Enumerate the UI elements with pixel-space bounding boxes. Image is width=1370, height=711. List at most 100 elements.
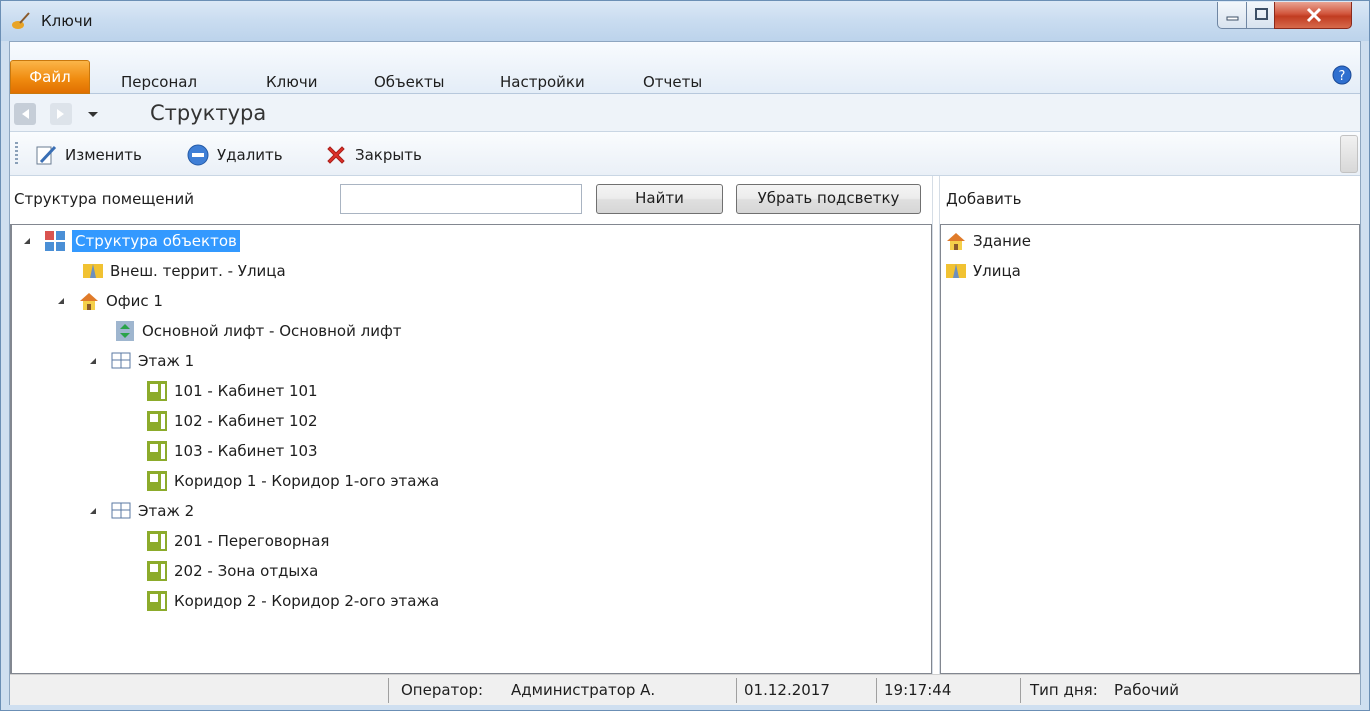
room-icon bbox=[147, 411, 167, 431]
minimize-button[interactable] bbox=[1217, 2, 1247, 29]
room-icon bbox=[147, 441, 167, 461]
status-separator bbox=[876, 678, 877, 703]
tree-node-label: Этаж 1 bbox=[138, 352, 195, 370]
tree-node-room-101[interactable]: 101 - Кабинет 101 bbox=[146, 377, 318, 405]
operator-label: Оператор: bbox=[401, 681, 484, 699]
close-icon bbox=[1306, 7, 1322, 23]
building-icon bbox=[947, 233, 965, 250]
room-icon bbox=[147, 561, 167, 581]
tab-reports[interactable]: Отчеты bbox=[643, 63, 702, 94]
add-panel-label: Добавить bbox=[946, 190, 1022, 208]
tab-settings[interactable]: Настройки bbox=[500, 63, 585, 94]
status-separator bbox=[736, 678, 737, 703]
help-icon[interactable]: ? bbox=[1332, 65, 1352, 85]
tree-node-root[interactable]: Структура объектов bbox=[18, 227, 240, 255]
tree-node-room-201[interactable]: 201 - Переговорная bbox=[146, 527, 329, 555]
maximize-icon bbox=[1255, 8, 1268, 20]
edit-button[interactable]: Изменить bbox=[34, 141, 142, 169]
toolbar-grip[interactable] bbox=[15, 142, 18, 166]
dropdown-icon[interactable] bbox=[85, 106, 101, 122]
tree-node-lift[interactable]: Основной лифт - Основной лифт bbox=[114, 317, 402, 345]
close-x-icon bbox=[327, 146, 345, 164]
structure-icon bbox=[45, 231, 65, 251]
tree-node-label: 102 - Кабинет 102 bbox=[174, 412, 318, 430]
navigation-bar: Структура bbox=[10, 94, 1360, 132]
search-input[interactable] bbox=[340, 184, 582, 214]
daytype-label: Тип дня: bbox=[1030, 681, 1098, 699]
floor-icon bbox=[111, 502, 131, 519]
delete-button[interactable]: Удалить bbox=[186, 141, 283, 169]
tree-node-label: Структура объектов bbox=[72, 230, 240, 252]
client-area: Файл Персонал Ключи Объекты Настройки От… bbox=[9, 41, 1361, 705]
expander-icon[interactable] bbox=[88, 506, 98, 516]
tree-node-label: 202 - Зона отдыха bbox=[174, 562, 319, 580]
add-item-street[interactable]: Улица bbox=[945, 257, 1021, 285]
tab-keys[interactable]: Ключи bbox=[266, 63, 317, 94]
structure-panel: Структура помещений Найти Убрать подсвет… bbox=[10, 176, 932, 674]
tree-node-floor-1[interactable]: Этаж 1 bbox=[84, 347, 194, 375]
title-bar[interactable]: Ключи bbox=[1, 1, 1369, 41]
delete-label: Удалить bbox=[217, 146, 283, 164]
tree-node-label: Коридор 2 - Коридор 2-ого этажа bbox=[174, 592, 440, 610]
tree-node-label: Офис 1 bbox=[106, 292, 163, 310]
close-label: Закрыть bbox=[355, 146, 422, 164]
status-separator bbox=[1020, 678, 1021, 703]
status-bar: Оператор: Администратор А. 01.12.2017 19… bbox=[10, 674, 1360, 705]
toolbar: Изменить Удалить Закрыть bbox=[10, 132, 1360, 176]
expander-icon[interactable] bbox=[56, 296, 66, 306]
tree-node-label: Основной лифт - Основной лифт bbox=[142, 322, 402, 340]
close-window-button[interactable] bbox=[1274, 2, 1352, 29]
add-list: Здание Улица bbox=[940, 224, 1360, 674]
floor-icon bbox=[111, 352, 131, 369]
tree-node-corridor-2[interactable]: Коридор 2 - Коридор 2-ого этажа bbox=[146, 587, 439, 615]
window-title: Ключи bbox=[41, 12, 93, 30]
find-button[interactable]: Найти bbox=[596, 184, 723, 214]
tree-node-room-103[interactable]: 103 - Кабинет 103 bbox=[146, 437, 318, 465]
structure-tree[interactable]: Структура объектов Внеш. террит. - Улица… bbox=[10, 224, 932, 674]
svg-text:?: ? bbox=[1339, 69, 1346, 84]
tree-node-floor-2[interactable]: Этаж 2 bbox=[84, 497, 194, 525]
delete-icon bbox=[187, 144, 209, 166]
tree-node-office[interactable]: Офис 1 bbox=[52, 287, 163, 315]
tree-node-room-102[interactable]: 102 - Кабинет 102 bbox=[146, 407, 318, 435]
page-title: Структура bbox=[150, 101, 267, 125]
tree-node-corridor-1[interactable]: Коридор 1 - Коридор 1-ого этажа bbox=[146, 467, 439, 495]
structure-panel-label: Структура помещений bbox=[14, 190, 194, 208]
status-separator bbox=[388, 678, 389, 703]
status-date: 01.12.2017 bbox=[744, 681, 830, 699]
tree-node-label: Этаж 2 bbox=[138, 502, 195, 520]
add-item-label: Здание bbox=[973, 232, 1031, 250]
lift-icon bbox=[116, 321, 134, 341]
expander-icon[interactable] bbox=[22, 236, 32, 246]
add-panel: Добавить Здание Улица bbox=[940, 176, 1360, 674]
menu-bar: Файл Персонал Ключи Объекты Настройки От… bbox=[10, 42, 1360, 94]
back-button[interactable] bbox=[14, 103, 36, 125]
tree-node-room-202[interactable]: 202 - Зона отдыха bbox=[146, 557, 318, 585]
add-item-label: Улица bbox=[973, 262, 1021, 280]
forward-button[interactable] bbox=[50, 103, 72, 125]
minimize-icon bbox=[1226, 16, 1239, 21]
room-icon bbox=[147, 471, 167, 491]
tab-personnel[interactable]: Персонал bbox=[121, 63, 197, 94]
app-window: Ключи Файл Персонал Ключи Объекты Настро… bbox=[0, 0, 1370, 711]
expander-icon[interactable] bbox=[88, 356, 98, 366]
room-icon bbox=[147, 381, 167, 401]
tab-objects[interactable]: Объекты bbox=[374, 63, 445, 94]
toolbar-overflow-button[interactable] bbox=[1340, 135, 1358, 173]
add-item-building[interactable]: Здание bbox=[945, 227, 1031, 255]
back-arrow-icon bbox=[22, 109, 29, 119]
operator-name: Администратор А. bbox=[511, 681, 656, 699]
tree-node-label: 201 - Переговорная bbox=[174, 532, 330, 550]
panel-splitter[interactable] bbox=[932, 176, 940, 674]
edit-icon bbox=[36, 145, 57, 165]
tree-node-street[interactable]: Внеш. террит. - Улица bbox=[82, 257, 286, 285]
maximize-button[interactable] bbox=[1246, 2, 1275, 29]
status-time: 19:17:44 bbox=[884, 681, 952, 699]
street-icon bbox=[83, 264, 103, 278]
close-toolbar-button[interactable]: Закрыть bbox=[324, 141, 422, 169]
tab-file[interactable]: Файл bbox=[10, 60, 90, 94]
edit-label: Изменить bbox=[65, 146, 142, 164]
tree-node-label: 101 - Кабинет 101 bbox=[174, 382, 318, 400]
building-icon bbox=[80, 293, 98, 310]
clear-highlight-button[interactable]: Убрать подсветку bbox=[736, 184, 921, 214]
